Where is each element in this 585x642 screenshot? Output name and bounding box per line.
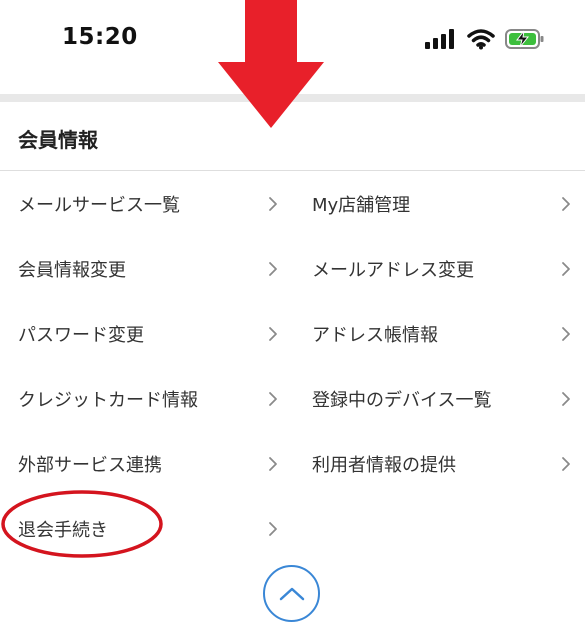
menu-item-label: 会員情報変更 bbox=[18, 259, 126, 281]
chevron-right-icon bbox=[562, 261, 570, 276]
chevron-up-icon bbox=[279, 587, 304, 600]
chevron-right-icon bbox=[562, 326, 570, 341]
menu-item-label: アドレス帳情報 bbox=[312, 324, 438, 346]
menu-item-address-book[interactable]: アドレス帳情報 bbox=[292, 301, 585, 366]
chevron-right-icon bbox=[562, 456, 570, 471]
menu-item-label: 利用者情報の提供 bbox=[312, 454, 456, 476]
section-title: 会員情報 bbox=[18, 128, 98, 152]
menu-item-label: クレジットカード情報 bbox=[18, 389, 198, 411]
chevron-right-icon bbox=[269, 261, 277, 276]
menu-item-label: 登録中のデバイス一覧 bbox=[312, 389, 492, 411]
chevron-right-icon bbox=[269, 326, 277, 341]
red-circle-annotation bbox=[1, 490, 163, 558]
menu-item-label: メールサービス一覧 bbox=[18, 194, 180, 216]
menu-item-external-services[interactable]: 外部サービス連携 bbox=[0, 431, 292, 496]
menu-item-label: パスワード変更 bbox=[18, 324, 144, 346]
menu-item-my-store[interactable]: My店舗管理 bbox=[292, 171, 585, 236]
battery-charging-icon bbox=[505, 29, 544, 49]
red-down-arrow-annotation bbox=[218, 0, 324, 128]
menu-item-label: My店舗管理 bbox=[312, 194, 411, 216]
menu-item-label: メールアドレス変更 bbox=[312, 259, 474, 281]
signal-icon bbox=[425, 29, 454, 49]
status-icons bbox=[425, 28, 545, 50]
chevron-right-icon bbox=[269, 456, 277, 471]
status-time: 15:20 bbox=[62, 24, 138, 50]
menu-item-password-change[interactable]: パスワード変更 bbox=[0, 301, 292, 366]
chevron-right-icon bbox=[562, 391, 570, 406]
menu-item-credit-card[interactable]: クレジットカード情報 bbox=[0, 366, 292, 431]
chevron-right-icon bbox=[269, 196, 277, 211]
menu-item-label: 外部サービス連携 bbox=[18, 454, 162, 476]
wifi-icon bbox=[467, 29, 495, 50]
menu-item-registered-devices[interactable]: 登録中のデバイス一覧 bbox=[292, 366, 585, 431]
chevron-right-icon bbox=[562, 196, 570, 211]
chevron-right-icon bbox=[269, 521, 277, 536]
menu-item-user-info-provision[interactable]: 利用者情報の提供 bbox=[292, 431, 585, 496]
chevron-right-icon bbox=[269, 391, 277, 406]
menu-item-mail-services[interactable]: メールサービス一覧 bbox=[0, 171, 292, 236]
menu-column-right: My店舗管理 メールアドレス変更 アドレス帳情報 登録中のデバイス一覧 利用者情… bbox=[292, 171, 585, 561]
menu-item-email-change[interactable]: メールアドレス変更 bbox=[292, 236, 585, 301]
scroll-to-top-button[interactable] bbox=[263, 565, 320, 622]
menu-item-member-info-change[interactable]: 会員情報変更 bbox=[0, 236, 292, 301]
